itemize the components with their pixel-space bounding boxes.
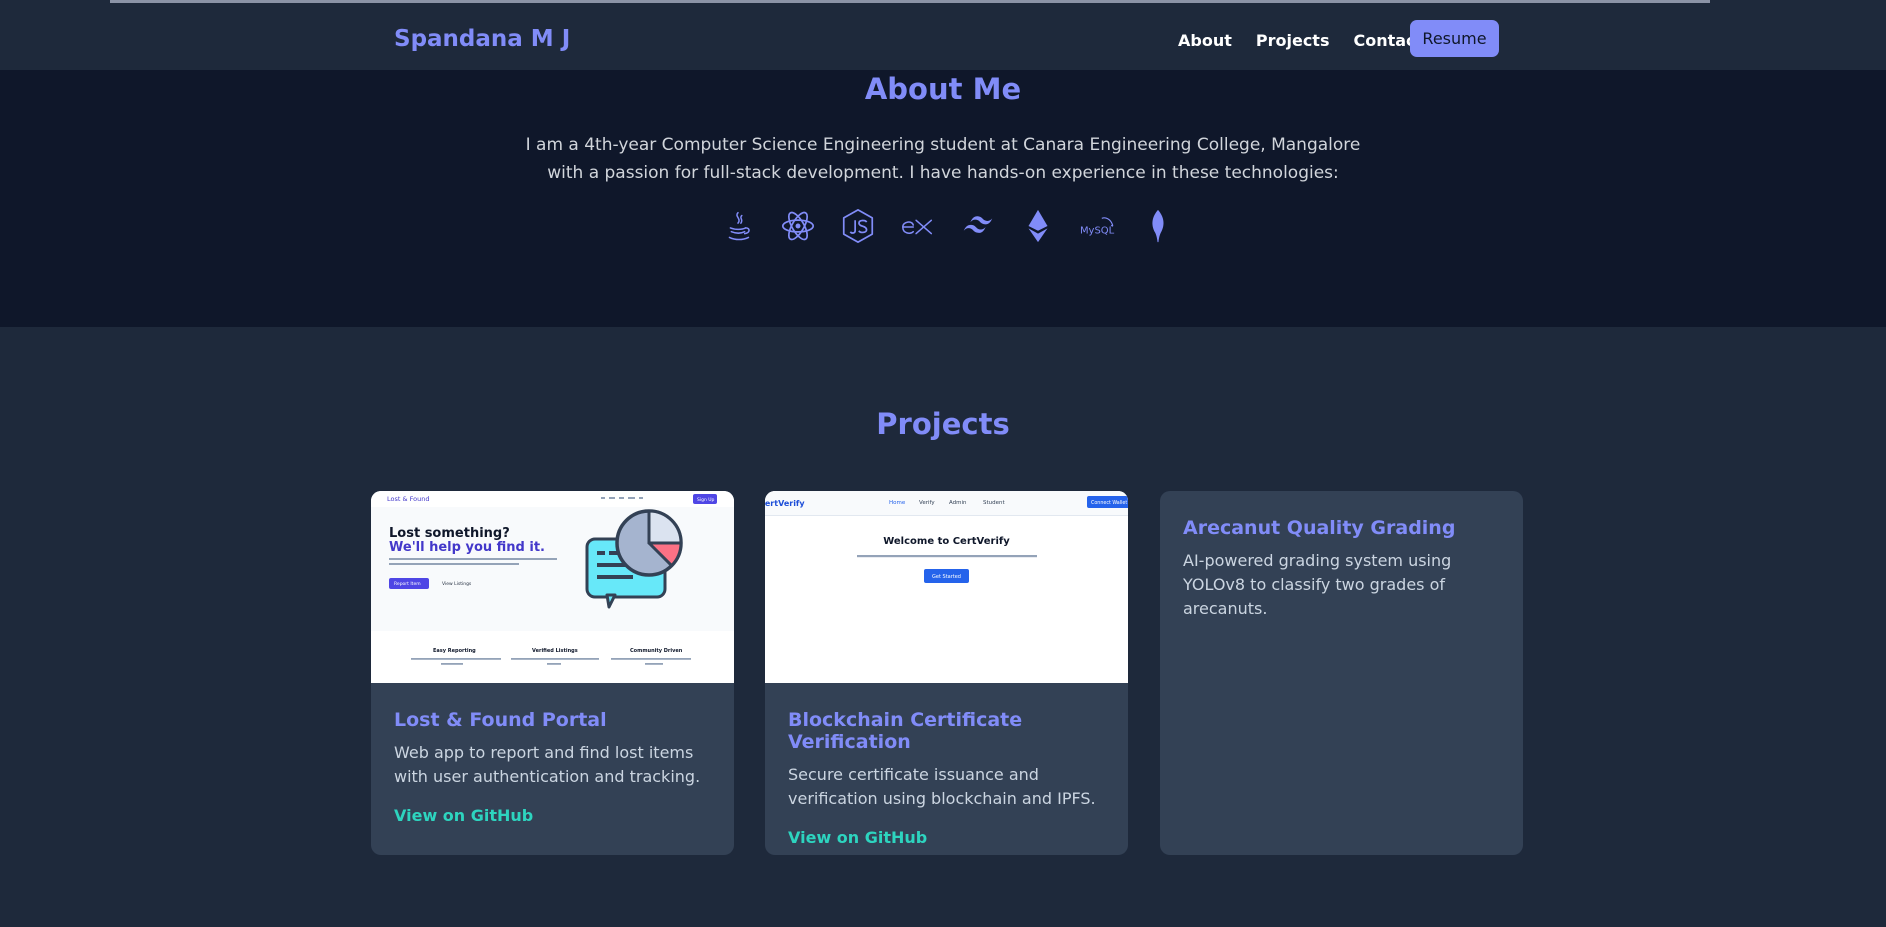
projects-section: Projects Lost & Found Sign Up Lost somet… (0, 327, 1886, 927)
blockchain-title: Blockchain Certificate Verification (788, 709, 1023, 753)
svg-text:We'll help you find it.: We'll help you find it. (389, 540, 545, 555)
svg-text:Student: Student (983, 500, 1005, 506)
svg-text:Home: Home (889, 500, 906, 506)
blockchain-github-link[interactable]: View on GitHub (788, 828, 927, 847)
projects-title: Projects (876, 407, 1010, 441)
about-text: I am a 4th-year Computer Science Enginee… (525, 135, 1361, 183)
react-icon (778, 206, 818, 246)
blockchain-screenshot[interactable]: CertVerify Home Verify Admin Student Con… (765, 491, 1128, 683)
arecanut-description: AI-powered grading system using YOLOv8 t… (1183, 551, 1452, 618)
arecanut-title: Arecanut Quality Grading (1183, 517, 1456, 539)
svg-text:Admin: Admin (949, 500, 967, 506)
lost-found-screenshot[interactable]: Lost & Found Sign Up Lost something? We'… (371, 491, 734, 683)
blockchain-description: Secure certificate issuance and verifica… (788, 765, 1096, 808)
tech-icon-row: MySQL (718, 206, 1178, 246)
lost-found-title: Lost & Found Portal (394, 709, 607, 731)
resume-button[interactable]: Resume (1410, 20, 1499, 57)
svg-text:Verified Listings: Verified Listings (532, 648, 578, 654)
svg-text:Welcome to CertVerify: Welcome to CertVerify (883, 536, 1010, 547)
nodejs-icon (838, 206, 878, 246)
ethereum-icon (1018, 206, 1058, 246)
project-card-blockchain: CertVerify Home Verify Admin Student Con… (765, 491, 1128, 855)
svg-text:Easy Reporting: Easy Reporting (433, 648, 476, 654)
arecanut-card-body: Arecanut Quality Grading AI-powered grad… (1183, 517, 1503, 621)
svg-text:View Listings: View Listings (442, 581, 472, 587)
java-icon (718, 206, 758, 246)
lost-found-card-body: Lost & Found Portal Web app to report an… (394, 709, 714, 825)
svg-text:Sign Up: Sign Up (697, 497, 715, 503)
svg-text:Get Started: Get Started (932, 574, 961, 580)
svg-text:Report Item: Report Item (394, 581, 421, 587)
mongodb-icon (1138, 206, 1178, 246)
brand-name[interactable]: Spandana M J (394, 26, 570, 52)
top-scroll-indicator (110, 0, 1710, 3)
site-header: Spandana M J About Projects Contact Resu… (0, 4, 1886, 70)
svg-text:MySQL: MySQL (1080, 226, 1115, 237)
mysql-icon: MySQL (1078, 206, 1118, 246)
blockchain-card-body: Blockchain Certificate Verification Secu… (788, 709, 1108, 847)
svg-text:Verify: Verify (919, 500, 935, 506)
about-title: About Me (864, 72, 1022, 106)
svg-text:CertVerify: CertVerify (765, 499, 805, 508)
project-card-arecanut: Arecanut Quality Grading AI-powered grad… (1160, 491, 1523, 855)
svg-text:Lost something?: Lost something? (389, 526, 510, 541)
svg-text:Lost & Found: Lost & Found (387, 495, 429, 503)
express-icon (898, 206, 938, 246)
lost-found-github-link[interactable]: View on GitHub (394, 806, 533, 825)
svg-text:Community Driven: Community Driven (630, 648, 683, 654)
nav-projects-link[interactable]: Projects (1256, 31, 1330, 50)
about-section: About Me I am a 4th-year Computer Scienc… (0, 70, 1886, 327)
nav-about-link[interactable]: About (1178, 31, 1232, 50)
svg-text:Connect Wallet: Connect Wallet (1091, 500, 1127, 506)
project-card-lost-found: Lost & Found Sign Up Lost something? We'… (371, 491, 734, 855)
main-nav: About Projects Contact (1178, 31, 1423, 50)
tailwind-icon (958, 206, 998, 246)
lost-found-description: Web app to report and find lost items wi… (394, 743, 701, 786)
